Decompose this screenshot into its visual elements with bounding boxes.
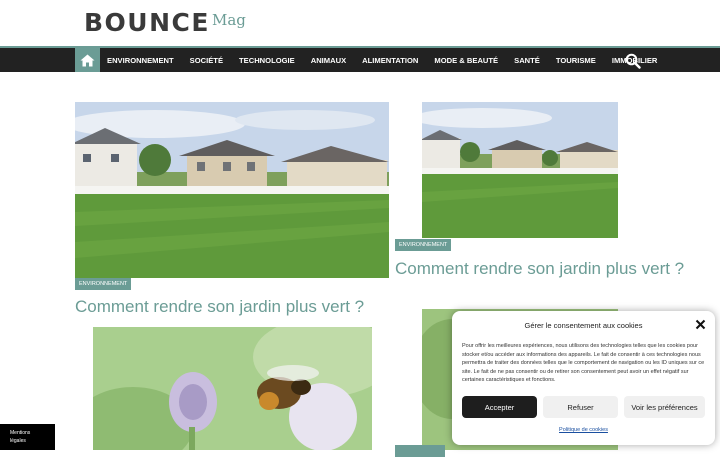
cookie-policy-link[interactable]: Politique de cookies [452, 427, 715, 433]
article-title[interactable]: Comment rendre son jardin plus vert ? [395, 258, 695, 279]
nav-item-animaux[interactable]: ANIMAUX [311, 56, 346, 65]
garden-photo [75, 102, 389, 278]
consent-title: Gérer le consentement aux cookies [524, 321, 643, 330]
article-image-garden-large[interactable] [75, 102, 389, 278]
search-icon[interactable] [625, 53, 641, 69]
main-navigation: ENVIRONNEMENT SOCIÉTÉ TECHNOLOGIE ANIMAU… [0, 46, 720, 72]
logo-sub-text: Mag [211, 11, 246, 29]
article-category-badge[interactable]: ENVIRONNEMENT [395, 239, 452, 251]
home-icon [80, 54, 95, 66]
accept-button[interactable]: Accepter [462, 396, 537, 418]
bee-photo [93, 327, 372, 450]
article-category-badge[interactable]: ENVIRONNEMENT [75, 278, 132, 290]
logo-main-text: BOUNCE [84, 8, 210, 37]
nav-item-sante[interactable]: SANTÉ [514, 56, 540, 65]
garden-photo-small [422, 102, 618, 238]
nav-home-button[interactable] [75, 48, 100, 72]
nav-item-alimentation[interactable]: ALIMENTATION [362, 56, 418, 65]
view-preferences-button[interactable]: Voir les préférences [624, 396, 705, 418]
nav-item-technologie[interactable]: TECHNOLOGIE [239, 56, 295, 65]
nav-item-environnement[interactable]: ENVIRONNEMENT [107, 56, 174, 65]
legal-line-2: légales [10, 438, 26, 444]
cookie-consent-dialog: Gérer le consentement aux cookies Pour o… [452, 311, 715, 445]
article-title[interactable]: Comment rendre son jardin plus vert ? [75, 296, 395, 317]
legal-line-1: Mentions [10, 430, 31, 436]
article-category-badge-partial[interactable] [395, 445, 445, 457]
consent-text: Pour offrir les meilleures expériences, … [462, 343, 705, 383]
nav-item-mode-beaute[interactable]: MODE & BEAUTÉ [434, 56, 498, 65]
close-icon[interactable] [695, 319, 706, 330]
article-image-bee[interactable] [93, 327, 372, 450]
nav-item-societe[interactable]: SOCIÉTÉ [190, 56, 223, 65]
nav-menu: ENVIRONNEMENT SOCIÉTÉ TECHNOLOGIE ANIMAU… [107, 48, 673, 72]
refuse-button[interactable]: Refuser [543, 396, 618, 418]
legal-notice-link[interactable]: Mentions légales [0, 424, 55, 450]
nav-item-tourisme[interactable]: TOURISME [556, 56, 596, 65]
site-logo[interactable]: BOUNCE Mag [84, 8, 246, 40]
article-image-garden-small[interactable] [422, 102, 618, 238]
